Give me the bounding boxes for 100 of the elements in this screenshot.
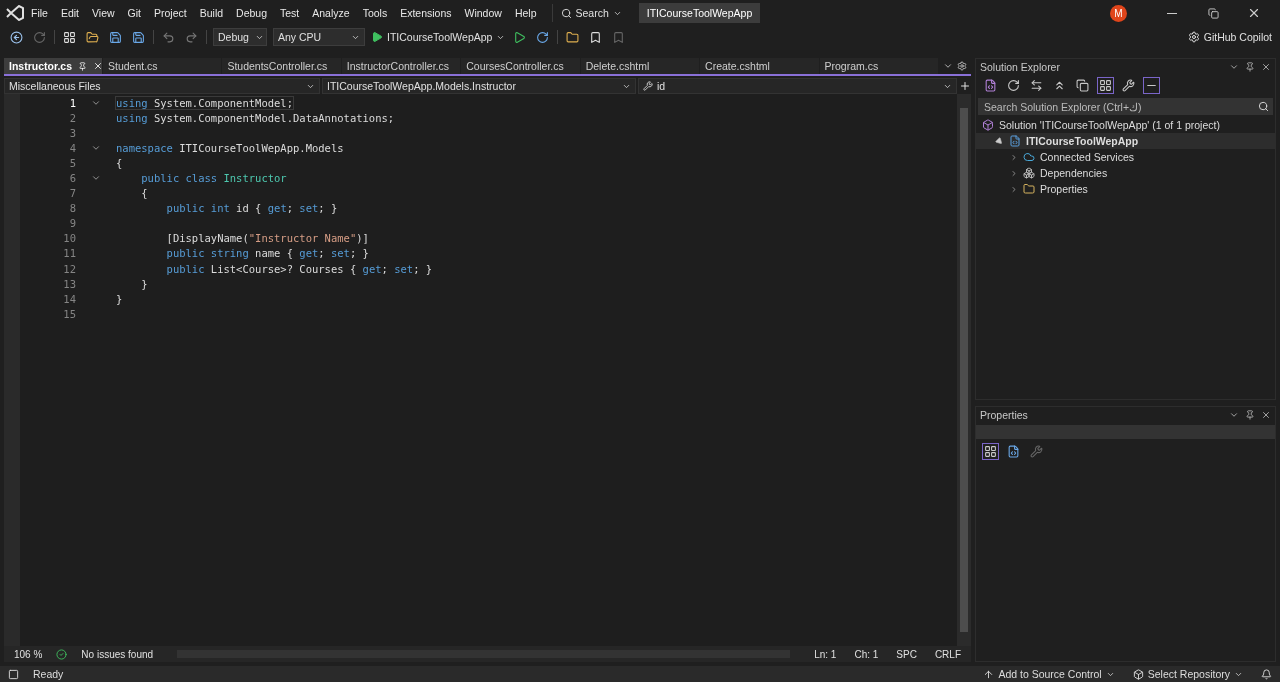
vertical-scrollbar[interactable]	[957, 94, 971, 646]
settings-icon	[956, 61, 967, 71]
dropdown-icon	[1229, 410, 1239, 420]
code-line: [DisplayName("Instructor Name")]	[165, 232, 369, 245]
status-text: Ready	[33, 668, 64, 680]
copy-icon[interactable]	[1074, 77, 1091, 94]
check-icon	[56, 648, 68, 660]
notification-icon	[1261, 668, 1272, 680]
code-line: {	[116, 156, 123, 169]
zoom-level[interactable]: 106 %	[10, 648, 47, 660]
tree-item[interactable]: Solution 'ITICourseToolWepApp' (1 of 1 project)	[976, 117, 1275, 133]
menu-item[interactable]: View	[86, 4, 121, 22]
platform-dropdown[interactable]: Any CPU	[273, 28, 365, 46]
tree-item[interactable]: Properties	[976, 181, 1275, 197]
line-number: 9	[68, 217, 76, 230]
tree-item[interactable]: Connected Services	[976, 149, 1275, 165]
menu-item[interactable]: Edit	[54, 4, 85, 22]
code-line: public List<Course>? Courses { get; set; }	[165, 262, 433, 275]
code-line: using System.ComponentModel.DataAnnotations;	[116, 111, 395, 124]
line-number: 3	[68, 126, 76, 139]
file-tab[interactable]: Create.cshtml	[700, 58, 820, 74]
search-icon	[1258, 101, 1269, 112]
menu-item[interactable]: File	[25, 4, 54, 22]
tree-item[interactable]: Dependencies	[976, 165, 1275, 181]
start-button[interactable]: ITICourseToolWepApp	[371, 31, 506, 43]
menu-item[interactable]: Tools	[356, 4, 394, 22]
close-icon	[93, 61, 104, 71]
repository-icon	[1132, 668, 1144, 680]
restore-icon	[1207, 7, 1219, 19]
line-number: 6	[68, 172, 76, 184]
menu-item[interactable]: Test	[274, 4, 306, 22]
line-number: 7	[68, 187, 76, 200]
preview-toggle-icon[interactable]	[1143, 77, 1160, 94]
file-tab[interactable]: Delete.cshtml	[580, 58, 701, 74]
back-icon[interactable]	[8, 28, 25, 46]
line-number: 4	[68, 141, 76, 154]
menu-item[interactable]: Debug	[230, 4, 273, 22]
file-tab[interactable]: Instructor.cs	[4, 58, 103, 74]
search-button[interactable]: Search	[551, 4, 630, 22]
minimize-icon	[1167, 12, 1177, 14]
menu-item[interactable]: Project	[148, 4, 193, 22]
project-dropdown[interactable]: Miscellaneous Files	[4, 78, 320, 94]
line-number: 13	[62, 277, 76, 290]
boxes-icon	[1023, 167, 1035, 179]
file-tab[interactable]: Student.cs	[103, 58, 223, 74]
whitespace-indicator[interactable]: SPC	[892, 648, 921, 660]
search-field[interactable]: Search Solution Explorer (Ctrl+ك)	[978, 98, 1273, 115]
line-number: 11	[62, 247, 76, 260]
pin-icon	[1245, 62, 1255, 72]
repository-button[interactable]: Select Repository	[1132, 668, 1243, 680]
line-number: 10	[62, 232, 76, 245]
solution-icon	[982, 119, 994, 131]
dropdown-icon	[942, 61, 953, 71]
dropdown-icon	[1229, 62, 1239, 72]
line-number: 8	[68, 202, 76, 215]
line-number: 5	[68, 156, 76, 169]
project-icon	[1009, 135, 1021, 147]
line-number: 1	[68, 96, 76, 109]
fold-icon[interactable]	[91, 173, 101, 183]
play-icon	[371, 31, 383, 43]
copilot-button[interactable]: GitHub Copilot	[1187, 31, 1272, 43]
expanded-caret-icon[interactable]	[996, 137, 1004, 145]
file-tab[interactable]: CoursesController.cs	[461, 58, 581, 74]
close-icon	[1261, 62, 1271, 72]
line-ending-indicator[interactable]: CRLF	[930, 648, 965, 660]
line-number: 12	[62, 262, 76, 275]
wrench-icon[interactable]	[1120, 77, 1137, 94]
user-avatar[interactable]: M	[1110, 4, 1127, 22]
view-toggle-icon[interactable]	[1097, 77, 1114, 94]
menu-item[interactable]: Window	[458, 4, 508, 22]
pin-icon	[78, 61, 88, 71]
line-indicator[interactable]: Ln: 1	[810, 648, 841, 660]
pin-icon	[1245, 410, 1255, 420]
menu-item[interactable]: Extensions	[394, 4, 458, 22]
solution-title: ITICourseToolWepApp	[638, 3, 761, 23]
member-dropdown[interactable]: id	[638, 78, 957, 94]
column-indicator[interactable]: Ch: 1	[850, 648, 883, 660]
folder-icon	[1023, 183, 1035, 195]
app-logo	[6, 5, 24, 21]
line-number: 15	[62, 307, 76, 320]
split-icon	[959, 80, 971, 92]
menu-item[interactable]: Analyze	[306, 4, 356, 22]
history-icon[interactable]	[1005, 77, 1022, 94]
code-line: {	[140, 187, 148, 200]
code-line: }	[140, 277, 148, 290]
file-tab[interactable]: Program.cs	[819, 58, 939, 74]
menu-item[interactable]: Help	[508, 4, 543, 22]
source-control-button[interactable]: Add to Source Control	[983, 668, 1115, 680]
code-line: }	[116, 292, 123, 305]
line-number: 14	[62, 292, 76, 305]
type-dropdown[interactable]: ITICourseToolWepApp.Models.Instructor	[322, 78, 636, 94]
cloud-icon	[1023, 151, 1035, 163]
file-tab[interactable]: InstructorController.cs	[341, 58, 462, 74]
configuration-dropdown[interactable]: Debug	[213, 28, 267, 46]
menu-item[interactable]: Git	[121, 4, 147, 22]
tree-item[interactable]: ITICourseToolWepApp	[976, 133, 1275, 149]
menu-item[interactable]: Build	[193, 4, 230, 22]
file-tab[interactable]: StudentsController.cs	[222, 58, 342, 74]
line-number: 2	[68, 111, 76, 124]
issues-status[interactable]: No issues found	[77, 648, 158, 660]
